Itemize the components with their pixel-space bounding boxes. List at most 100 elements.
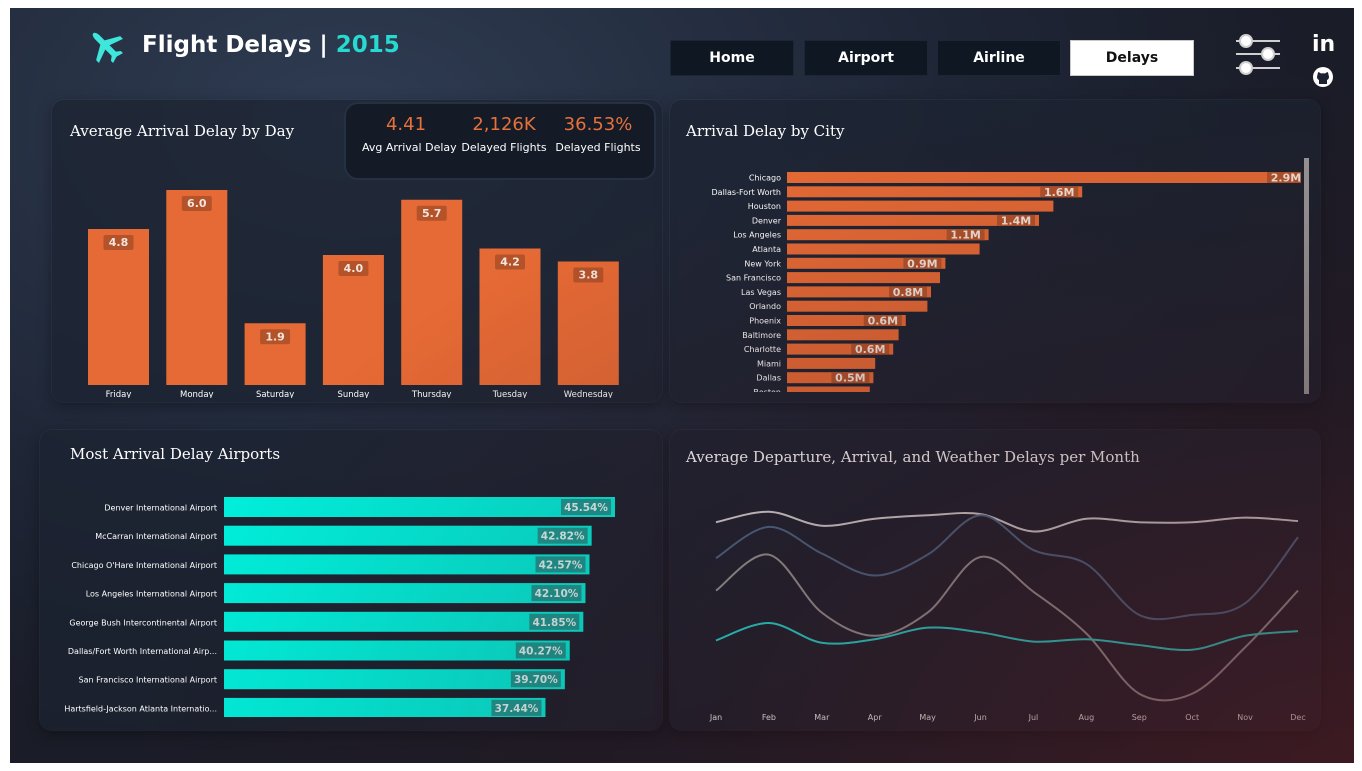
month-axis-label: Jan <box>709 713 722 722</box>
kpi-value: 2,126K <box>472 114 536 135</box>
month-axis-label: Dec <box>1290 713 1305 722</box>
airport-bar <box>224 525 592 546</box>
filter-sliders-icon[interactable] <box>1232 32 1284 78</box>
airport-bar-label: 45.54% <box>564 502 608 514</box>
airport-bar <box>224 583 586 604</box>
month-axis-label: Aug <box>1079 713 1095 722</box>
month-axis-label: May <box>919 713 936 722</box>
month-axis-label: Oct <box>1185 713 1199 722</box>
city-chart-scrollbar[interactable] <box>1304 158 1309 394</box>
city-axis-label: Dallas-Fort Worth <box>712 188 781 197</box>
kpi-delayed-flights-count: 2,126K Delayed Flights <box>460 114 548 154</box>
kpi-box: 4.41 Avg Arrival Delay 2,126K Delayed Fl… <box>346 104 654 178</box>
day-bar-label: 4.0 <box>344 262 364 275</box>
monthly-series-line <box>715 622 1299 652</box>
airport-bar <box>224 497 615 517</box>
airport-axis-label: Chicago O'Hare International Airport <box>71 561 217 570</box>
city-axis-label: Las Vegas <box>741 288 781 297</box>
monthly-series-line <box>715 553 1299 702</box>
nav-airport-button[interactable]: Airport <box>804 40 928 76</box>
city-bar <box>787 300 928 312</box>
airport-axis-label: San Francisco International Airport <box>79 676 217 685</box>
page-title: Flight Delays | 2015 <box>142 32 400 58</box>
kpi-value: 36.53% <box>563 114 633 135</box>
linkedin-icon[interactable]: in <box>1312 34 1336 56</box>
city-bar <box>787 329 899 341</box>
kpi-label: Delayed Flights <box>555 141 641 154</box>
city-bar <box>787 172 1301 183</box>
month-axis-label: Nov <box>1237 713 1253 722</box>
day-bar <box>88 229 149 385</box>
kpi-avg-arrival-delay: 4.41 Avg Arrival Delay <box>362 114 457 154</box>
city-axis-label: Baltimore <box>742 331 781 340</box>
month-axis-label: Mar <box>814 713 830 722</box>
day-bar <box>401 199 463 385</box>
title-year: 2015 <box>335 32 400 58</box>
airport-axis-label: George Bush Intercontinental Airport <box>69 618 217 627</box>
city-axis-label: Atlanta <box>752 245 781 254</box>
title-separator: | <box>319 32 328 58</box>
city-bar <box>787 272 940 284</box>
nav-delays-button[interactable]: Delays <box>1070 40 1194 76</box>
airport-bar <box>224 554 590 575</box>
city-bar-label: 1.1M <box>950 229 980 242</box>
airport-axis-label: Dallas/Fort Worth International Airp... <box>68 647 217 656</box>
city-axis-label: Boston <box>753 388 781 392</box>
airport-axis-label: Hartsfield-Jackson Atlanta Internatio... <box>64 704 217 713</box>
city-axis-label: Los Angeles <box>733 231 781 240</box>
dashboard-frame: Flight Delays | 2015 Home Airport Airline … <box>10 8 1354 763</box>
city-bar-label: 1.6M <box>1044 186 1074 199</box>
day-bar-label: 5.7 <box>422 207 442 220</box>
city-bar-chart: Chicago 2.9M Dallas-Fort Worth 1.6M Houston D… <box>712 172 1301 392</box>
kpi-label: Delayed Flights <box>461 141 547 154</box>
airport-bar-label: 42.82% <box>541 531 585 543</box>
airplane-icon <box>92 32 123 63</box>
city-axis-label: Chicago <box>749 174 781 183</box>
airports-panel-title: Most Arrival Delay Airports <box>70 445 281 463</box>
airport-bar-label: 40.27% <box>519 646 563 658</box>
city-bar <box>787 243 980 255</box>
day-axis-label: Monday <box>180 390 214 398</box>
city-axis-label: Dallas <box>756 374 781 383</box>
day-bar-chart: 4.8 Friday 6.0 Monday 1.9 Saturday 4.0 Sunday 5.… <box>88 190 619 398</box>
city-axis-label: Charlotte <box>744 345 781 354</box>
day-axis-label: Sunday <box>337 390 369 398</box>
city-bar-label: 0.8M <box>893 286 923 299</box>
month-axis-label: Jul <box>1028 713 1039 722</box>
kpi-value: 4.41 <box>385 114 427 135</box>
airport-bar-label: 41.85% <box>532 617 576 629</box>
city-bar-label: 0.5M <box>835 372 865 385</box>
city-axis-label: Miami <box>757 359 781 368</box>
city-bar <box>787 357 876 369</box>
city-bar-label: 1.4M <box>1001 214 1031 227</box>
kpi-delayed-flights-percent: 36.53% Delayed Flights <box>554 114 642 154</box>
month-axis-label: Jun <box>973 713 987 722</box>
airport-bar-chart: Denver International Airport 45.54% McCarr… <box>64 497 615 717</box>
city-bar <box>787 200 1054 212</box>
nav-airline-button[interactable]: Airline <box>937 40 1061 76</box>
city-axis-label: New York <box>744 259 781 268</box>
monthly-panel-title: Average Departure, Arrival, and Weather … <box>686 448 1140 466</box>
day-axis-label: Saturday <box>256 390 294 398</box>
month-axis-label: Sep <box>1132 713 1147 722</box>
city-axis-label: Houston <box>748 202 781 211</box>
month-axis-label: Feb <box>762 713 776 722</box>
airport-bar-label: 42.10% <box>535 588 579 600</box>
day-bar-label: 6.0 <box>187 197 207 210</box>
city-bar-label: 0.6M <box>855 343 885 356</box>
github-icon[interactable] <box>1312 66 1334 88</box>
airport-axis-label: Denver International Airport <box>104 504 217 513</box>
day-panel-title: Average Arrival Delay by Day <box>70 122 295 140</box>
day-axis-label: Tuesday <box>492 390 528 398</box>
day-bar-label: 3.8 <box>579 269 599 282</box>
kpi-label: Avg Arrival Delay <box>362 141 457 154</box>
nav-home-button[interactable]: Home <box>670 40 794 76</box>
day-axis-label: Friday <box>106 390 132 398</box>
city-bar-label: 0.9M <box>907 257 937 270</box>
airport-bar-label: 42.57% <box>539 559 583 571</box>
day-bar <box>166 190 228 385</box>
city-bar <box>787 186 1083 198</box>
airport-axis-label: Los Angeles International Airport <box>86 590 217 599</box>
day-bar-label: 4.8 <box>109 236 129 249</box>
day-axis-label: Thursday <box>411 390 452 398</box>
